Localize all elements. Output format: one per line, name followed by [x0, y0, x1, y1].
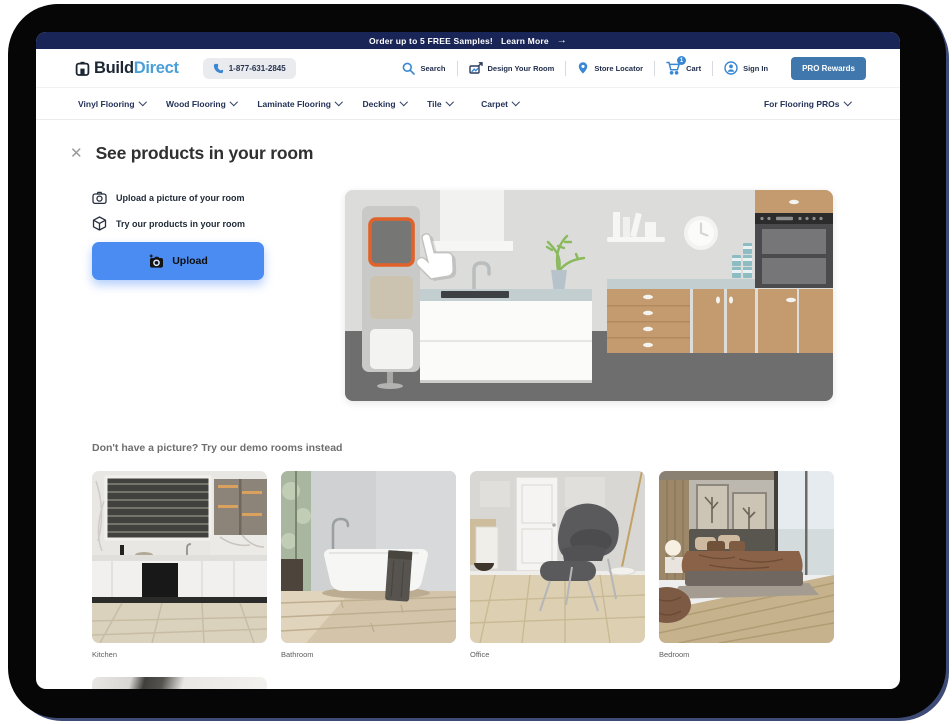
upload-button[interactable]: Upload — [92, 242, 264, 280]
demo-card-kitchen[interactable]: Kitchen — [92, 471, 267, 659]
modal-header: ✕ See products in your room — [36, 143, 900, 164]
demo-card-label: Office — [470, 650, 645, 659]
nav-vinyl-flooring[interactable]: Vinyl Flooring — [78, 99, 145, 109]
search-button[interactable]: Search — [391, 62, 456, 75]
demo-card-office[interactable]: Office — [470, 471, 645, 659]
page-background: Order up to 5 FREE Samples! Learn More →… — [0, 0, 952, 724]
user-icon — [724, 61, 738, 75]
store-locator-button[interactable]: Store Locator — [566, 61, 654, 75]
chevron-down-icon — [843, 98, 851, 106]
kitchen-photo — [92, 471, 267, 643]
camera-outline-icon — [92, 190, 107, 205]
logo-text: BuildDirect — [94, 59, 179, 78]
action-label: Store Locator — [594, 64, 643, 73]
cart-button[interactable]: 1 Cart — [655, 61, 712, 75]
cart-badge: 1 — [677, 56, 686, 65]
chevron-down-icon — [445, 98, 453, 106]
kitchen-illustration — [345, 190, 833, 401]
room-visualizer-illustration[interactable] — [345, 190, 833, 401]
promo-text: Order up to 5 FREE Samples! — [369, 36, 493, 46]
feature-try-products: Try our products in your room — [92, 216, 345, 231]
feature-upload-picture: Upload a picture of your room — [92, 190, 345, 205]
demo-rooms-heading: Don't have a picture? Try our demo rooms… — [36, 442, 900, 454]
demo-card-bathroom[interactable]: Bathroom — [281, 471, 456, 659]
nav-carpet[interactable]: Carpet — [481, 99, 518, 109]
feature-label: Upload a picture of your room — [116, 193, 245, 203]
cart-icon: 1 — [666, 61, 681, 75]
action-label: Search — [420, 64, 445, 73]
page-title: See products in your room — [96, 143, 314, 164]
phone-icon — [213, 63, 224, 74]
phone-button[interactable]: 1-877-631-2845 — [203, 58, 296, 79]
search-icon — [402, 62, 415, 75]
nav-laminate-flooring[interactable]: Laminate Flooring — [257, 99, 341, 109]
design-room-icon — [469, 62, 483, 75]
header-actions: Search Design Your Room Store Locator — [391, 57, 866, 80]
map-pin-icon — [577, 61, 589, 75]
action-label: Cart — [686, 64, 701, 73]
demo-card-label: Bedroom — [659, 650, 834, 659]
close-icon[interactable]: ✕ — [70, 146, 83, 161]
action-label: Design Your Room — [488, 64, 555, 73]
chevron-down-icon — [512, 98, 520, 106]
site-header: BuildDirect 1-877-631-2845 Search — [36, 49, 900, 87]
office-photo — [470, 471, 645, 643]
nav-tile[interactable]: Tile — [427, 99, 452, 109]
bedroom-photo — [659, 471, 834, 643]
nav-flooring-pros[interactable]: For Flooring PROs — [764, 99, 850, 109]
demo-card-label: Kitchen — [92, 650, 267, 659]
chevron-down-icon — [230, 98, 238, 106]
chevron-down-icon — [399, 98, 407, 106]
demo-card-label: Bathroom — [281, 650, 456, 659]
main-nav: Vinyl Flooring Wood Flooring Laminate Fl… — [36, 87, 900, 120]
builddirect-logo[interactable]: BuildDirect — [75, 59, 179, 78]
promo-banner[interactable]: Order up to 5 FREE Samples! Learn More → — [36, 32, 900, 49]
tablet-frame: Order up to 5 FREE Samples! Learn More →… — [8, 4, 946, 718]
learn-more-link[interactable]: Learn More — [501, 36, 549, 46]
sign-in-button[interactable]: Sign In — [713, 61, 779, 75]
cube-icon — [92, 216, 107, 231]
nav-wood-flooring[interactable]: Wood Flooring — [166, 99, 236, 109]
chevron-down-icon — [335, 98, 343, 106]
nav-decking[interactable]: Decking — [363, 99, 407, 109]
action-label: Sign In — [743, 64, 768, 73]
bathroom-photo — [281, 471, 456, 643]
browser-screen: Order up to 5 FREE Samples! Learn More →… — [36, 32, 900, 689]
demo-room-cards: Kitchen — [36, 471, 900, 659]
upload-button-label: Upload — [172, 255, 208, 267]
arrow-right-icon: → — [557, 35, 567, 46]
modal-body: Upload a picture of your room Try our pr… — [36, 190, 900, 401]
upload-panel: Upload a picture of your room Try our pr… — [92, 190, 345, 401]
home-icon — [75, 61, 90, 76]
feature-label: Try our products in your room — [116, 219, 245, 229]
design-your-room-button[interactable]: Design Your Room — [458, 62, 566, 75]
demo-card-bedroom[interactable]: Bedroom — [659, 471, 834, 659]
phone-number: 1-877-631-2845 — [229, 64, 286, 73]
camera-plus-icon — [148, 254, 164, 269]
pro-rewards-button[interactable]: PRO Rewards — [791, 57, 866, 80]
chevron-down-icon — [138, 98, 146, 106]
partial-demo-card[interactable] — [92, 677, 267, 689]
